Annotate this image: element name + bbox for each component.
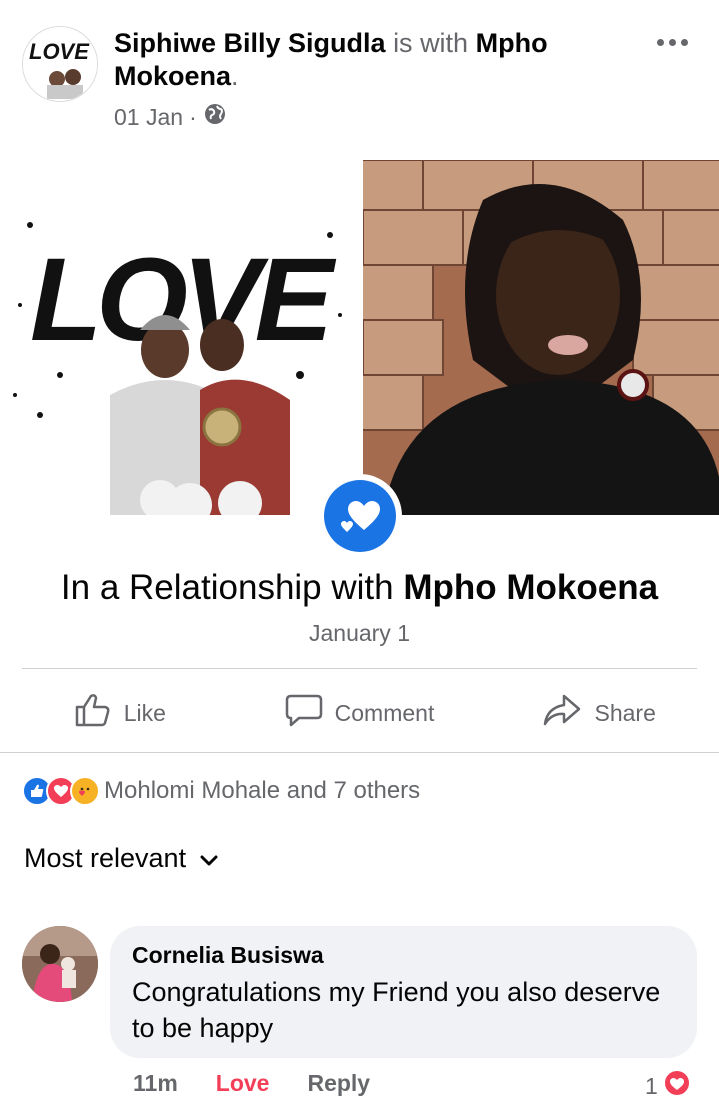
reactions-summary-text: Mohlomi Mohale and 7 others	[104, 777, 421, 804]
divider	[22, 668, 697, 669]
commenter-name[interactable]: Cornelia Busiswa	[132, 940, 675, 970]
post-meta: 01 Jan ·	[114, 102, 227, 132]
reactions-summary[interactable]: Mohlomi Mohale and 7 others	[22, 776, 420, 806]
life-event-partner[interactable]: Mpho Mokoena	[403, 568, 658, 607]
commenter-avatar[interactable]	[22, 926, 98, 1002]
chevron-down-icon	[200, 843, 218, 874]
right-photo[interactable]	[363, 160, 719, 515]
divider	[0, 752, 719, 753]
like-button[interactable]: Like	[0, 680, 240, 746]
post-title: Siphiwe Billy Sigudla is with Mpho Mokoe…	[114, 27, 634, 93]
avatar-logo-text: LOVE	[29, 39, 90, 64]
comment-sort-dropdown[interactable]: Most relevant	[24, 843, 218, 874]
like-label: Like	[123, 699, 166, 726]
share-label: Share	[594, 699, 656, 726]
with-text: is with	[393, 28, 469, 58]
comment-text: Congratulations my Friend you also deser…	[132, 977, 661, 1043]
life-event-title: In a Relationship with Mpho Mokoena	[0, 568, 719, 608]
meta-dot: ·	[189, 103, 197, 130]
comment-reply-button[interactable]: Reply	[307, 1070, 370, 1097]
post-date[interactable]: 01 Jan	[114, 104, 183, 131]
author-avatar[interactable]: LOVE	[22, 26, 98, 102]
life-event-prefix: In a Relationship with	[60, 568, 394, 607]
care-reaction-icon	[70, 776, 100, 806]
share-button[interactable]: Share	[479, 680, 719, 746]
like-icon	[74, 692, 112, 734]
reaction-icons	[22, 776, 100, 806]
author-name[interactable]: Siphiwe Billy Sigudla	[114, 28, 386, 58]
globe-icon	[203, 102, 227, 132]
more-options-icon[interactable]	[646, 22, 698, 62]
post-header: LOVE Siphiwe Billy Sigudla is with Mpho …	[0, 0, 719, 150]
comment-button[interactable]: Comment	[240, 680, 480, 746]
love-reaction-icon	[662, 1068, 692, 1104]
comment-time[interactable]: 11m	[133, 1070, 178, 1097]
title-period: .	[231, 61, 239, 91]
comment-actions: 11m Love Reply	[133, 1070, 370, 1097]
comment-reaction-count-text: 1	[645, 1072, 658, 1099]
comment-label: Comment	[334, 699, 435, 726]
comment-reaction-count[interactable]: 1	[645, 1068, 692, 1104]
comment-icon	[285, 692, 323, 734]
share-icon	[542, 692, 582, 734]
life-event-date: January 1	[308, 620, 410, 646]
sort-label: Most relevant	[24, 843, 187, 873]
comment-love-button[interactable]: Love	[216, 1070, 270, 1097]
comment-bubble: Cornelia Busiswa Congratulations my Frie…	[110, 926, 697, 1058]
left-photo[interactable]: LOVE	[0, 165, 360, 515]
relationship-heart-icon	[318, 474, 402, 558]
post-actions: Like Comment Share	[0, 680, 719, 746]
